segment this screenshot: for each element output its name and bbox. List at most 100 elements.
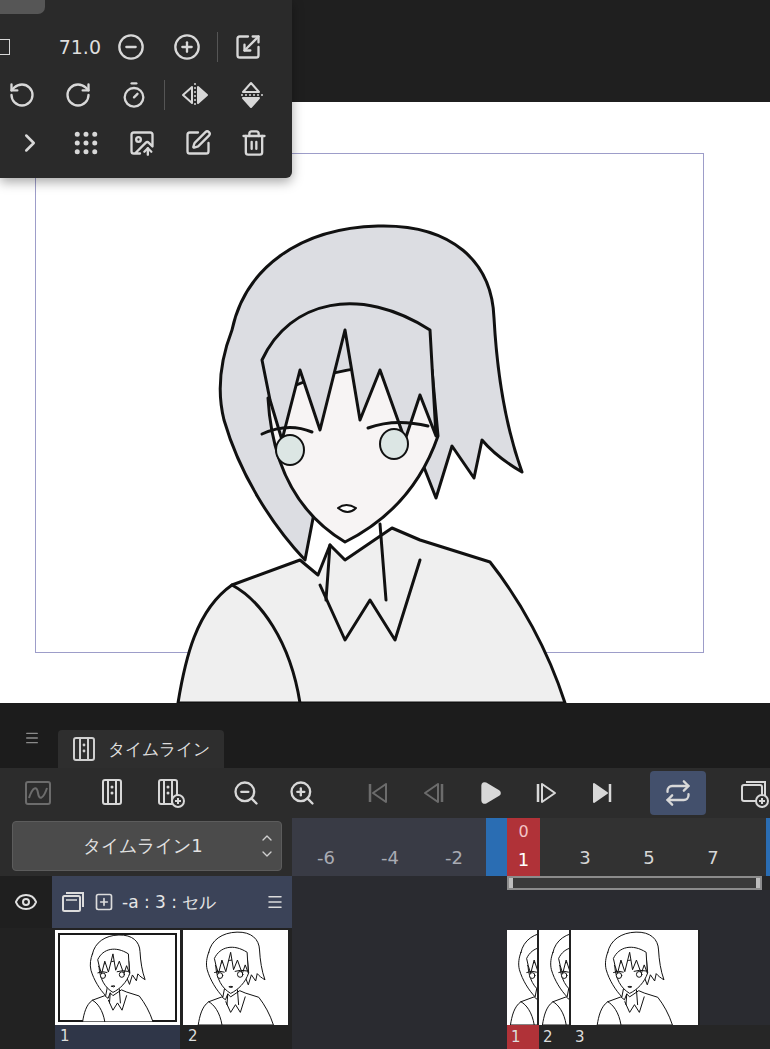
export-button[interactable] — [114, 121, 170, 165]
layer-header[interactable]: -a : 3 : セル — [52, 876, 292, 928]
timeline-tab[interactable]: タイムライン — [58, 730, 224, 768]
grid-button[interactable] — [58, 121, 114, 165]
zoom-value[interactable]: 71.0 — [10, 36, 103, 58]
canvas[interactable] — [0, 102, 770, 703]
zoom-in-button[interactable] — [159, 25, 215, 69]
expand-icon — [94, 892, 114, 912]
zoom-out-button[interactable] — [218, 771, 274, 815]
frame-label: 2 — [539, 1025, 571, 1049]
prev-button[interactable] — [406, 771, 462, 815]
checkbox[interactable] — [0, 39, 10, 55]
export-image-icon — [128, 129, 156, 157]
end-marker[interactable] — [766, 818, 770, 876]
current-frame: 0 — [518, 822, 528, 841]
new-timeline-button[interactable] — [726, 771, 770, 815]
panel-scrollbar[interactable] — [0, 0, 292, 14]
chevron-up-icon — [259, 830, 275, 846]
ruler-tick: -2 — [422, 847, 486, 868]
delete-button[interactable] — [226, 121, 282, 165]
first-button[interactable] — [350, 771, 406, 815]
zoom-in-button[interactable] — [274, 771, 330, 815]
artwork — [0, 102, 770, 703]
plus-icon — [173, 33, 201, 61]
layer-column: タイムライン1 -a : 3 : セル 12 — [0, 818, 292, 1049]
loop-button[interactable] — [650, 771, 706, 815]
layer-menu-icon — [266, 893, 284, 911]
loop-icon — [664, 779, 692, 807]
ruler-tick: 7 — [681, 847, 745, 868]
frame-ruler[interactable]: -6-4-201357 — [292, 818, 770, 876]
character-drawing — [510, 932, 537, 1024]
flip-horizontal-button[interactable] — [167, 73, 223, 117]
track-gap — [292, 890, 770, 930]
rotate-row — [0, 71, 292, 119]
menu-icon — [24, 730, 40, 746]
panel-menu-button[interactable] — [24, 730, 40, 746]
action-row — [2, 119, 292, 167]
rotate-right-icon — [64, 81, 92, 109]
range-start-handle[interactable] — [509, 878, 513, 888]
track-button[interactable] — [86, 771, 142, 815]
play-button[interactable] — [462, 771, 518, 815]
visibility-toggle[interactable] — [0, 876, 52, 928]
previous-frame-icon — [421, 780, 447, 806]
edit-button[interactable] — [170, 121, 226, 165]
layer-row: -a : 3 : セル — [0, 876, 292, 928]
timeline-toolbar — [0, 768, 770, 818]
workspace: 71.0 — [0, 0, 770, 703]
ruler-tick: 3 — [553, 847, 617, 868]
next-button[interactable] — [518, 771, 574, 815]
chevron-down-icon — [259, 846, 275, 862]
flip-vertical-button[interactable] — [223, 73, 279, 117]
ruler-tick: -4 — [358, 847, 422, 868]
fit-button[interactable] — [220, 25, 276, 69]
play-range[interactable] — [507, 876, 762, 890]
track-add-icon — [154, 777, 186, 809]
character-drawing — [542, 932, 569, 1024]
frame-cell[interactable] — [507, 930, 539, 1025]
toolbar-group — [650, 771, 706, 815]
ruler-tick: -6 — [294, 847, 358, 868]
toolbar-group — [10, 771, 66, 815]
flip-vertical-icon — [236, 80, 266, 110]
navigator-panel: 71.0 — [0, 0, 292, 178]
rotate-right-button[interactable] — [50, 73, 106, 117]
rotate-left-button[interactable] — [0, 73, 50, 117]
track-add-button[interactable] — [142, 771, 198, 815]
last-button[interactable] — [574, 771, 630, 815]
toolbar-group — [726, 771, 770, 815]
toolbar-group — [350, 771, 630, 815]
new-timeline-icon — [738, 777, 770, 809]
rotate-left-icon — [8, 81, 36, 109]
frame-label: 1 — [507, 1025, 539, 1049]
pre-roll-zone: -6-4-2 — [292, 818, 486, 876]
playhead[interactable]: 01 — [507, 818, 540, 876]
zoom-out-button[interactable] — [103, 25, 159, 69]
scrollbar-thumb[interactable] — [0, 0, 45, 14]
frame-column: -6-4-201357123 — [292, 818, 770, 1049]
grid-icon — [71, 128, 101, 158]
range-end-handle[interactable] — [756, 878, 760, 888]
reset-rotation-button[interactable] — [106, 73, 162, 117]
edit-icon — [184, 129, 212, 157]
animation-folder-icon — [60, 889, 86, 915]
cell-thumbnail[interactable] — [183, 930, 288, 1025]
divider — [164, 80, 165, 110]
trash-icon — [240, 129, 268, 157]
cell-labels: 12 — [0, 1025, 292, 1049]
cell-thumbnail[interactable] — [55, 930, 180, 1025]
cell-thumbnails — [0, 928, 292, 1025]
frame-cell[interactable] — [539, 930, 571, 1025]
last-frame-icon — [589, 780, 615, 806]
zoom-row: 71.0 — [0, 23, 292, 71]
start-marker[interactable] — [486, 818, 507, 876]
timeline-body: タイムライン1-a : 3 : セル12-6-4-201357123 — [0, 818, 770, 1049]
frame-cell[interactable] — [571, 930, 700, 1025]
layer-name: -a : 3 : セル — [122, 891, 258, 914]
timeline-select[interactable]: タイムライン1 — [12, 821, 282, 871]
more-button[interactable] — [2, 121, 58, 165]
track-icon — [98, 777, 130, 809]
tab-bar: タイムライン — [0, 703, 770, 768]
frame-label: 3 — [571, 1025, 700, 1049]
graph-button[interactable] — [10, 771, 66, 815]
